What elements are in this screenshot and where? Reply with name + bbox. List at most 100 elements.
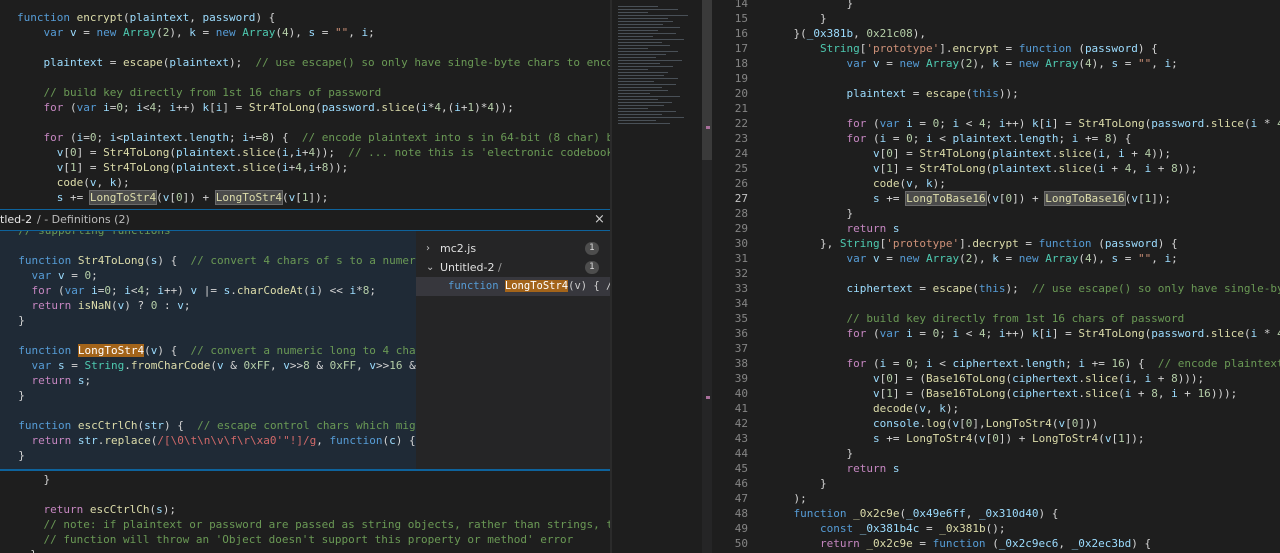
code-token: var	[879, 117, 907, 130]
code-token: ,	[853, 27, 867, 40]
code-token: ) {	[255, 11, 276, 24]
line-number: 46	[734, 477, 748, 490]
code-line-text: function _0x2c9e(_0x49e6ff, _0x310d40) {	[767, 506, 1058, 521]
code-token: [	[959, 417, 966, 430]
code-token: Array	[925, 252, 960, 265]
code-token: length	[189, 131, 229, 144]
code-token: ));	[315, 146, 349, 159]
code-line: 38 for (i = 0; i < ciphertext.length; i …	[712, 356, 1280, 371]
code-token: ));	[1151, 147, 1172, 160]
minimap-row	[618, 105, 664, 106]
code-token: }	[5, 449, 25, 462]
line-number: 49	[734, 522, 748, 535]
peek-code-preview[interactable]: // supporting functions function Str4ToL…	[0, 231, 416, 469]
code-token: +=	[879, 192, 907, 205]
code-line-text: return s	[767, 221, 899, 236]
code-token: },	[767, 237, 840, 250]
code-token: ;	[912, 357, 926, 370]
code-token: =	[912, 327, 933, 340]
code-token: i	[906, 117, 913, 130]
code-token: (	[70, 131, 77, 144]
code-token: ] =	[76, 161, 104, 174]
code-line: 33 ciphertext = escape(this); // use esc…	[712, 281, 1280, 296]
code-token: =	[912, 117, 933, 130]
code-token: (	[275, 146, 282, 159]
line-number: 17	[734, 42, 748, 55]
code-token: 0x21c08	[866, 27, 913, 40]
code-token: (	[959, 57, 966, 70]
code-line-text: }	[767, 0, 853, 11]
code-token: // supporting functions	[5, 231, 170, 237]
code-token: var	[31, 269, 58, 282]
code-line: }	[0, 472, 610, 487]
code-token: new	[899, 57, 926, 70]
code-token: Str4ToLong	[1078, 117, 1145, 130]
code-token: (	[169, 161, 176, 174]
code-token: i	[1118, 147, 1125, 160]
code-token: v	[872, 57, 880, 70]
code-token: // build key directly from 1st 16 chars …	[43, 86, 382, 99]
code-token: =	[886, 132, 907, 145]
code-token: +	[1131, 387, 1152, 400]
code-token: v	[70, 26, 77, 39]
code-line: 14 }	[712, 0, 1280, 11]
line-number: 22	[734, 117, 748, 130]
code-token: >>	[375, 359, 390, 372]
code-token: ,	[1151, 57, 1165, 70]
code-line-text: }, String['prototype'].decrypt = functio…	[767, 236, 1178, 251]
code-token: ,	[1058, 537, 1072, 550]
code-token: ,	[1151, 252, 1165, 265]
code-token: LongToStr4	[77, 344, 145, 357]
code-token: 8	[1151, 387, 1158, 400]
code-line-text: }(_0x381b, 0x21c08),	[767, 26, 926, 41]
code-token: for	[846, 132, 873, 145]
code-token: }	[767, 207, 854, 220]
peek-definitions-widget[interactable]: tled-2 / - Definitions (2) × // supporti…	[0, 209, 610, 471]
scrollbar-thumb[interactable]	[702, 0, 712, 160]
close-icon[interactable]: ×	[594, 210, 606, 230]
code-token: 4	[1084, 57, 1092, 70]
reference-entry-selected[interactable]: function LongToStr4(v) { // conve	[416, 277, 610, 296]
code-token: function	[767, 507, 854, 520]
code-token: ] =	[1051, 117, 1079, 130]
code-token: i	[1098, 147, 1105, 160]
line-number: 35	[734, 312, 748, 325]
code-token: ]) +	[182, 191, 216, 204]
code-token: decode	[872, 402, 913, 415]
code-token: ),	[912, 27, 926, 40]
reference-count-badge: 1	[585, 242, 599, 255]
code-token: i	[295, 146, 302, 159]
peek-references-list[interactable]: › mc2.js 1 ⌄ Untitled-2 / 1 function Lon…	[416, 231, 610, 469]
code-line-text: for (i = 0; i < ciphertext.length; i += …	[767, 356, 1280, 371]
code-token: ,	[912, 177, 926, 190]
code-line: 19	[712, 71, 1280, 86]
reference-file-untitled-2[interactable]: ⌄ Untitled-2 / 1	[416, 258, 610, 277]
minimap-row	[618, 63, 660, 64]
code-token: ) {	[1124, 357, 1158, 370]
code-token: plaintext	[992, 147, 1052, 160]
code-token: );	[116, 176, 130, 189]
reference-file-mc2[interactable]: › mc2.js 1	[416, 239, 610, 258]
code-token: v	[919, 402, 926, 415]
line-number: 38	[734, 357, 748, 370]
left-editor[interactable]: function encrypt(plaintext, password) { …	[0, 0, 610, 553]
right-editor[interactable]: 14 } 15 } 16 }(_0x381b, 0x21c08), 17 String…	[712, 0, 1280, 553]
code-line-text: v[0] = Str4ToLong(plaintext.slice(i,i+4)…	[17, 145, 610, 160]
peek-code-line: function LongToStr4(v) { // convert a nu…	[0, 343, 416, 358]
code-token: function	[1018, 42, 1079, 55]
code-token: function	[932, 537, 993, 550]
code-token: (	[872, 117, 880, 130]
code-token: )));	[1210, 387, 1238, 400]
minimap-row	[618, 54, 666, 55]
minimap[interactable]	[612, 0, 702, 553]
minimap-row	[618, 66, 673, 67]
code-line: 26 code(v, k);	[712, 176, 1280, 191]
code-line: return escCtrlCh(s);	[0, 502, 610, 517]
code-line: 27 s += LongToBase16(v[0]) + LongToBase1…	[712, 191, 1280, 206]
code-token: =	[64, 359, 85, 372]
code-token: (	[315, 101, 322, 114]
